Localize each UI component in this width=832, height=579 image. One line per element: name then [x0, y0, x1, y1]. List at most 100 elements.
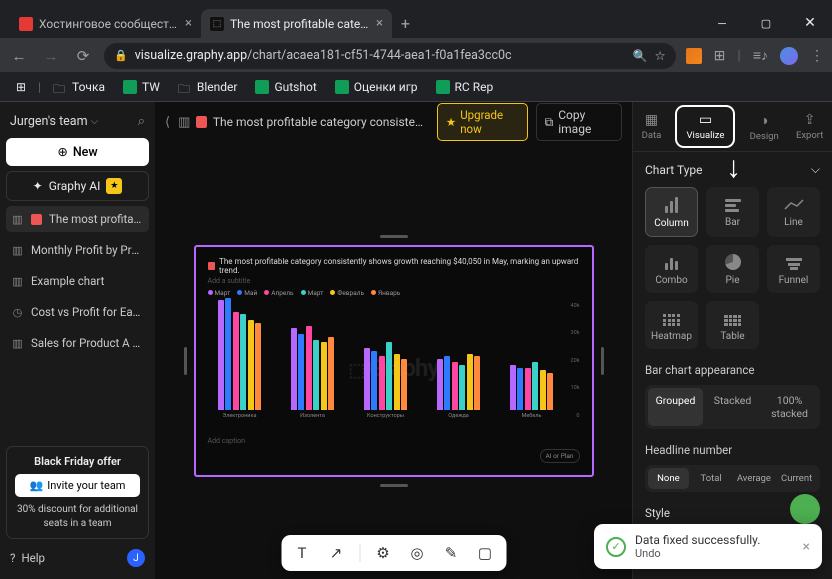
fab-button[interactable]: [790, 494, 820, 524]
sidebar-item[interactable]: ▥Sales for Product A hav...: [6, 330, 149, 356]
bookmark-item[interactable]: 🗀Blender: [172, 77, 244, 97]
settings-tool[interactable]: ⚙: [372, 542, 394, 564]
tab-data[interactable]: ▦Data: [639, 108, 665, 145]
back-button[interactable]: ←: [8, 47, 30, 65]
chart-type-table[interactable]: Table: [706, 301, 759, 349]
bar[interactable]: [298, 334, 304, 410]
bar[interactable]: [225, 298, 231, 410]
legend-item[interactable]: Февраль: [330, 289, 364, 297]
segment-option[interactable]: Grouped: [648, 388, 703, 426]
bar[interactable]: [386, 342, 392, 409]
close-icon[interactable]: ×: [803, 539, 810, 555]
tab-design[interactable]: ◑Design: [747, 108, 782, 146]
chart-type-combo[interactable]: Combo: [645, 245, 698, 293]
bar[interactable]: [364, 348, 370, 410]
help-icon[interactable]: ?: [10, 551, 15, 565]
bar[interactable]: [313, 340, 319, 410]
bar[interactable]: [510, 365, 516, 410]
segment-option[interactable]: Stacked: [705, 388, 760, 426]
copy-image-button[interactable]: ⧉Copy image: [536, 103, 622, 141]
segment-option[interactable]: Total: [691, 468, 732, 489]
bar[interactable]: [452, 362, 458, 410]
bookmark-item[interactable]: RC Rep: [430, 77, 500, 97]
playlist-icon[interactable]: ≡♪: [753, 47, 768, 64]
bar[interactable]: [547, 373, 553, 409]
bar[interactable]: [291, 328, 297, 409]
bookmark-item[interactable]: Оценки игр: [329, 77, 424, 97]
segment-option[interactable]: Current: [776, 468, 817, 489]
bar[interactable]: [218, 300, 224, 409]
chart-title-breadcrumb[interactable]: ▥ The most profitable category consisten…: [178, 115, 429, 130]
bookmark-item[interactable]: 🗀Точка: [47, 77, 111, 97]
undo-button[interactable]: Undo: [635, 547, 794, 560]
bar[interactable]: [240, 314, 246, 409]
close-icon[interactable]: ×: [185, 16, 192, 31]
legend-item[interactable]: Май: [237, 289, 257, 297]
sidebar-item[interactable]: ▥Monthly Profit by Produ...: [6, 237, 149, 263]
bar[interactable]: [444, 356, 450, 409]
pencil-tool[interactable]: ✎: [440, 542, 462, 564]
bar[interactable]: [328, 337, 334, 410]
search-icon[interactable]: ⌕: [138, 114, 145, 129]
chart-type-bar[interactable]: Bar: [706, 187, 759, 237]
resize-handle[interactable]: [380, 484, 408, 487]
segment-option[interactable]: Average: [734, 468, 775, 489]
minimize-button[interactable]: ─: [700, 8, 744, 38]
chart-caption[interactable]: Add caption: [208, 437, 580, 445]
bar[interactable]: [379, 356, 385, 409]
new-button[interactable]: ⊕New: [6, 138, 149, 166]
extension-icon[interactable]: [686, 48, 702, 64]
text-tool[interactable]: T: [291, 542, 313, 564]
bar[interactable]: [248, 320, 254, 410]
bar[interactable]: [401, 359, 407, 409]
bar[interactable]: [540, 370, 546, 409]
collapse-icon[interactable]: ⟨: [165, 115, 170, 130]
chart-type-column[interactable]: Column: [645, 187, 698, 237]
bar[interactable]: [371, 351, 377, 410]
bar[interactable]: [525, 368, 531, 410]
bar[interactable]: [306, 326, 312, 410]
resize-handle[interactable]: [601, 347, 604, 375]
browser-tab[interactable]: Хостинговое сообщество «Tin ×: [10, 9, 201, 38]
chart-title[interactable]: The most profitable category consistentl…: [208, 257, 580, 275]
resize-handle[interactable]: [380, 235, 408, 238]
profile-avatar[interactable]: [780, 47, 798, 65]
tab-visualize[interactable]: ▭Visualize: [675, 105, 735, 148]
team-selector[interactable]: Jurgen's team ⌵ ⌕: [6, 110, 149, 133]
extensions-button[interactable]: ⊞: [714, 48, 726, 64]
upgrade-button[interactable]: ★Upgrade now: [437, 103, 528, 141]
canvas[interactable]: The most profitable category consistentl…: [155, 142, 632, 579]
apps-button[interactable]: ⊞: [10, 77, 32, 97]
browser-tab[interactable]: ⬚ The most profitable catego ×: [201, 9, 392, 38]
bar[interactable]: [321, 342, 327, 409]
legend-item[interactable]: Март: [301, 289, 324, 297]
chart-type-heatmap[interactable]: Heatmap: [645, 301, 698, 349]
segment-option[interactable]: None: [648, 468, 689, 489]
bar[interactable]: [467, 354, 473, 410]
segment-option[interactable]: 100% stacked: [762, 388, 817, 426]
help-label[interactable]: Help: [21, 551, 45, 565]
shape-tool[interactable]: ▢: [474, 542, 496, 564]
bookmark-item[interactable]: TW: [117, 77, 166, 97]
bookmark-item[interactable]: Gutshot: [249, 77, 322, 97]
forward-button[interactable]: →: [40, 47, 62, 65]
chart-type-line[interactable]: Line: [767, 187, 820, 237]
target-tool[interactable]: ◎: [406, 542, 428, 564]
arrow-tool[interactable]: ↗: [325, 542, 347, 564]
bar[interactable]: [474, 356, 480, 409]
reload-button[interactable]: ⟳: [72, 47, 94, 65]
sidebar-item[interactable]: ▥The most profitable ...: [6, 206, 149, 232]
bar[interactable]: [532, 362, 538, 410]
legend-item[interactable]: Март: [208, 289, 231, 297]
sidebar-item[interactable]: ▥Example chart: [6, 268, 149, 294]
legend-item[interactable]: Апрель: [264, 289, 293, 297]
graphy-ai-button[interactable]: ✦Graphy AI★: [6, 171, 149, 201]
chart-type-funnel[interactable]: Funnel: [767, 245, 820, 293]
url-input[interactable]: 🔒 visualize.graphy.app/chart/acaea181-cf…: [104, 43, 676, 69]
sidebar-item[interactable]: ◷Cost vs Profit for Each ...: [6, 299, 149, 325]
bar[interactable]: [255, 323, 261, 410]
legend-item[interactable]: Январь: [371, 289, 400, 297]
bar[interactable]: [233, 312, 239, 410]
bar[interactable]: [459, 365, 465, 410]
menu-button[interactable]: ⋮: [810, 48, 824, 64]
